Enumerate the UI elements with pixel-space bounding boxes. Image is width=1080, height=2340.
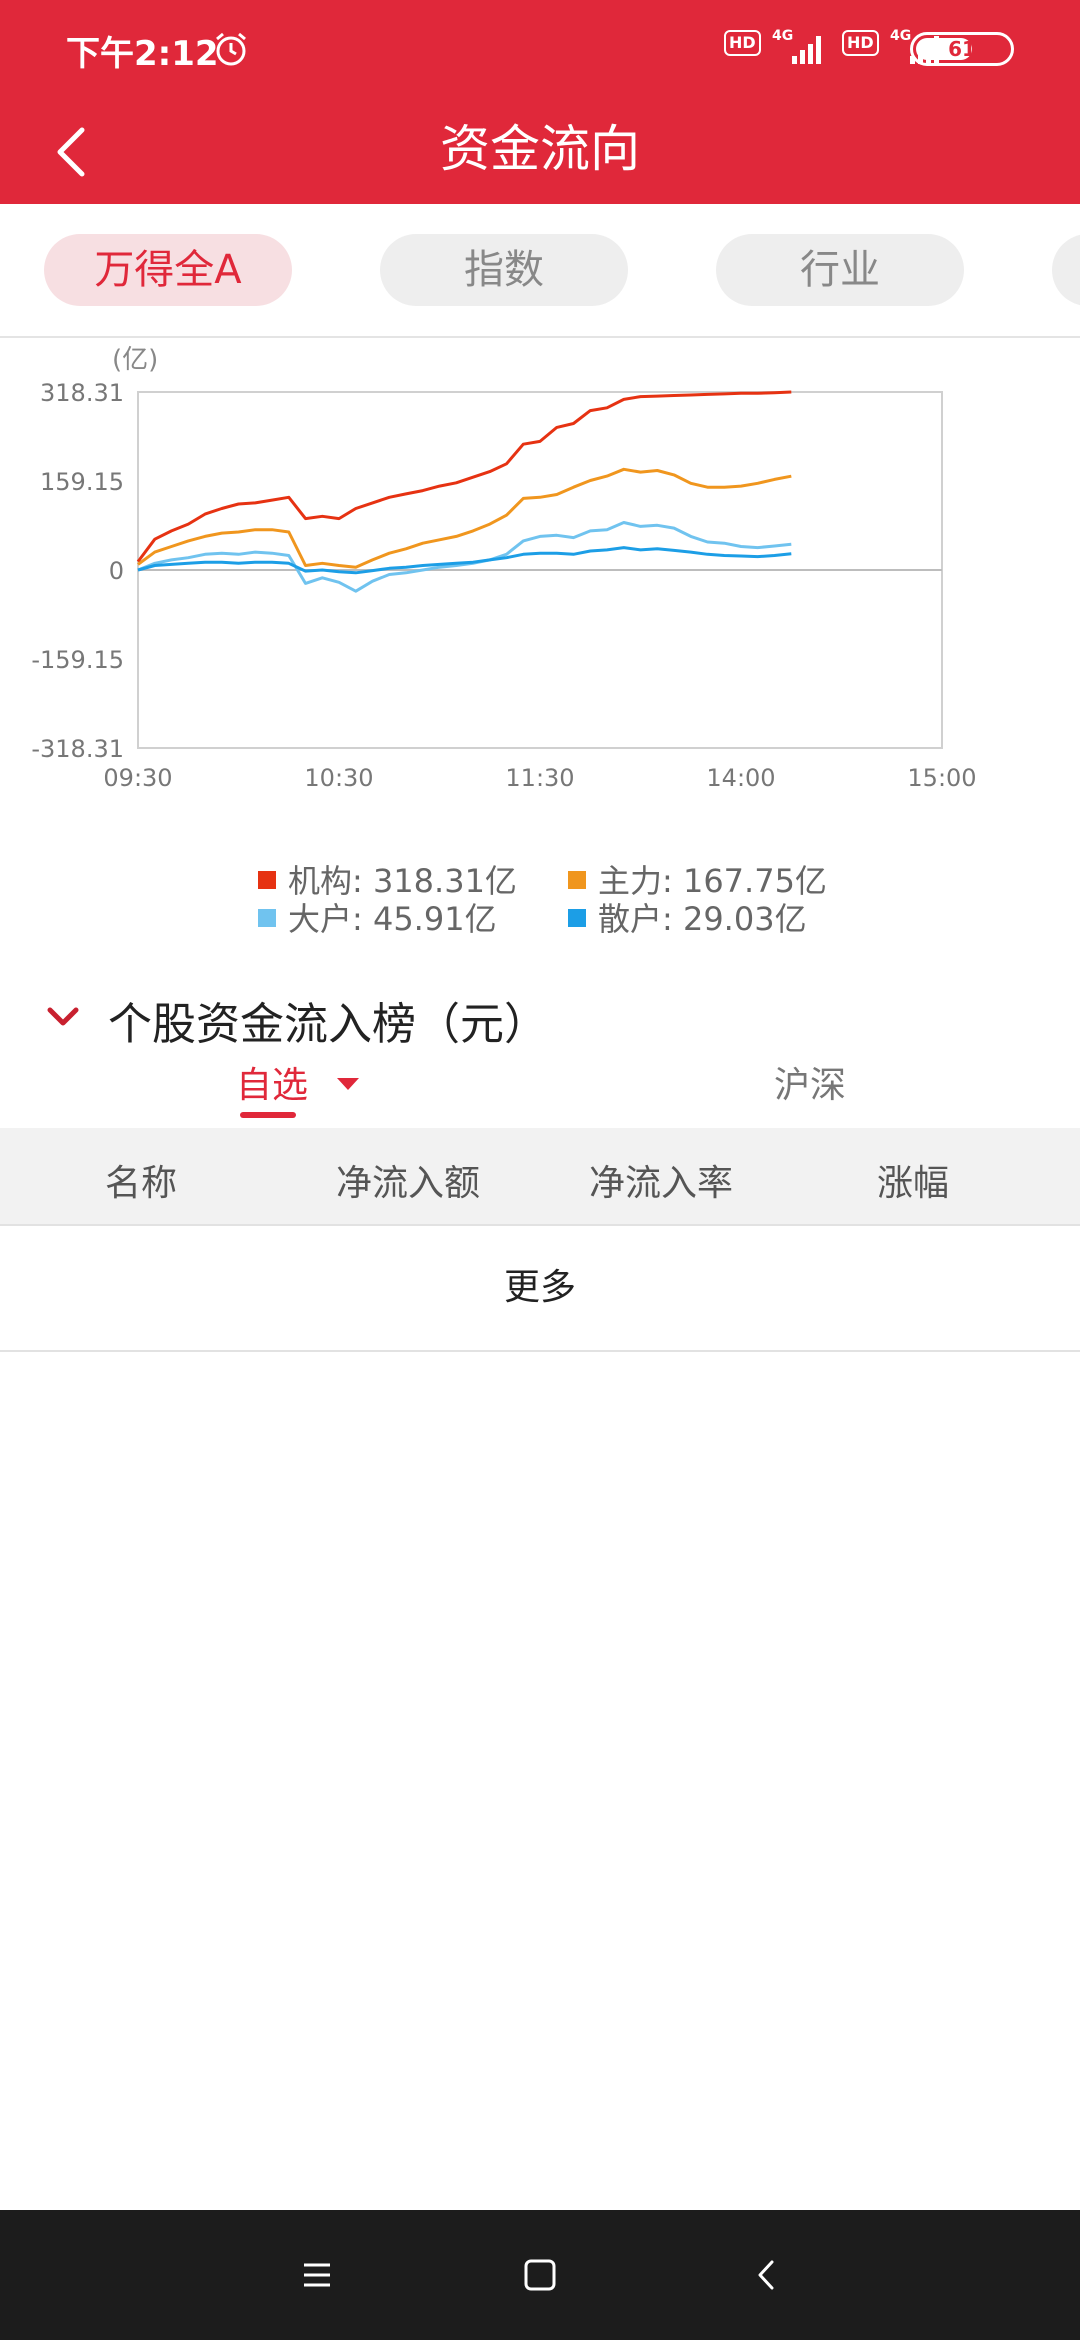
chevron-down-icon[interactable] — [46, 1000, 80, 1034]
tab-wind-all-a[interactable]: 万得全A — [44, 234, 292, 306]
section-header[interactable]: 个股资金流入榜（元） — [0, 982, 1080, 1052]
y-tick-label: -159.15 — [31, 646, 124, 674]
hd-badge: HD — [724, 30, 761, 56]
hd-badge: HD — [842, 30, 879, 56]
network-group-1: HD — [724, 30, 761, 56]
status-time: 下午2:12 — [66, 34, 219, 74]
column-header-net-inflow[interactable]: 净流入额 — [336, 1154, 480, 1206]
subtab-hs[interactable]: 沪深 — [774, 1056, 846, 1108]
net-type-label: 4G — [772, 28, 794, 44]
legend-swatch — [258, 909, 276, 927]
signal-strength-icon: 4G — [770, 28, 830, 72]
legend-label: 散户: 29.03亿 — [598, 900, 807, 938]
y-unit-label: (亿) — [112, 345, 158, 375]
top-app-bar: 资金流向 — [0, 100, 1080, 204]
x-tick-label: 14:00 — [706, 764, 775, 792]
y-tick-label: 159.15 — [40, 468, 124, 496]
x-tick-label: 09:30 — [103, 764, 172, 792]
system-nav-bar — [0, 2210, 1080, 2340]
page-title: 资金流向 — [440, 120, 640, 178]
x-tick-label: 11:30 — [505, 764, 574, 792]
network-group-2: HD — [842, 30, 879, 56]
back-icon[interactable] — [742, 2250, 792, 2300]
legend-label: 大户: 45.91亿 — [288, 900, 497, 938]
tab-index[interactable]: 指数 — [380, 234, 628, 306]
y-tick-label: 0 — [109, 557, 124, 585]
legend-swatch — [568, 909, 586, 927]
x-tick-label: 15:00 — [907, 764, 976, 792]
column-header-change[interactable]: 涨幅 — [877, 1154, 949, 1206]
y-tick-label: 318.31 — [40, 379, 124, 407]
legend-item-retail: 散户: 29.03亿 — [568, 894, 807, 940]
category-tabs: 万得全A 指数 行业 — [0, 204, 1080, 338]
home-icon[interactable] — [515, 2250, 565, 2300]
active-tab-indicator — [240, 1112, 296, 1118]
table-header: 名称 净流入额 净流入率 涨幅 — [0, 1128, 1080, 1226]
legend-swatch — [568, 871, 586, 889]
column-header-net-inflow-rate[interactable]: 净流入率 — [589, 1154, 733, 1206]
section-title: 个股资金流入榜（元） — [108, 999, 548, 1050]
subtab-watchlist[interactable]: 自选 — [236, 1056, 308, 1108]
tab-industry[interactable]: 行业 — [716, 234, 964, 306]
menu-icon[interactable] — [292, 2250, 342, 2300]
tab-more-partial[interactable] — [1052, 234, 1080, 306]
status-bar: 下午2:12 HD 4G HD 4G 61 — [0, 0, 1080, 100]
list-subtabs: 自选 沪深 — [0, 1052, 1080, 1126]
more-button[interactable]: 更多 — [0, 1226, 1080, 1352]
alarm-clock-icon — [216, 32, 246, 66]
y-tick-label: -318.31 — [31, 735, 124, 763]
fund-flow-chart: (亿) 318.31 159.15 0 -159.15 -318.3109:30 10:30… — [31, 345, 976, 792]
net-type-label: 4G — [890, 28, 912, 44]
battery-icon: 61 — [910, 32, 1014, 66]
legend-item-large-holder: 大户: 45.91亿 — [258, 894, 497, 940]
battery-level: 61 — [948, 37, 976, 61]
column-header-name[interactable]: 名称 — [105, 1154, 177, 1206]
dropdown-triangle-icon[interactable] — [336, 1076, 360, 1092]
x-tick-label: 10:30 — [304, 764, 373, 792]
legend-swatch — [258, 871, 276, 889]
